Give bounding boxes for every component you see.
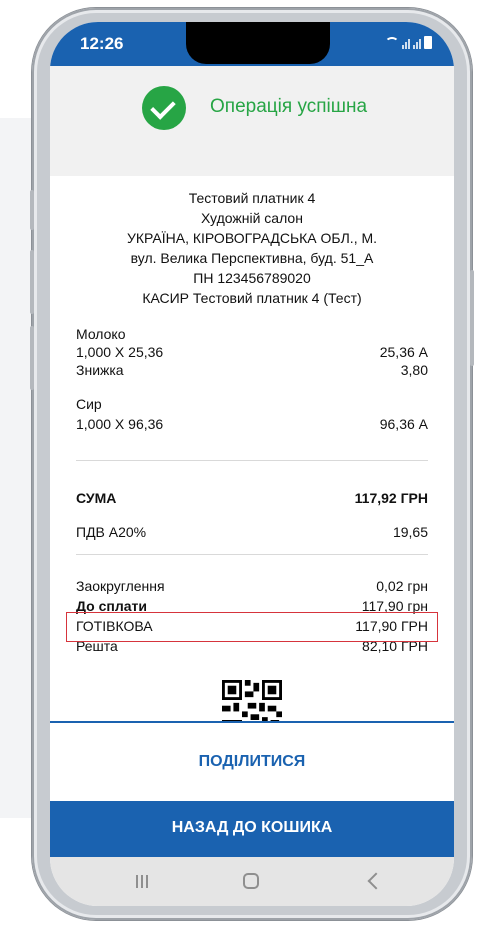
- discount-row: Знижка 3,80: [76, 362, 428, 378]
- phone-power-button: [470, 270, 474, 366]
- rounding-row: Заокруглення 0,02 грн: [76, 578, 428, 594]
- back-icon[interactable]: [367, 872, 385, 890]
- recents-icon[interactable]: [136, 875, 148, 888]
- receipt-header-line: ПН 123456789020: [193, 270, 311, 286]
- vat-value: 19,65: [392, 524, 428, 540]
- share-button[interactable]: ПОДІЛИТИСЯ: [50, 721, 454, 803]
- receipt-header-line: Художній салон: [201, 210, 303, 226]
- success-banner: [50, 66, 454, 176]
- back-to-cart-button[interactable]: НАЗАД ДО КОШИКА: [50, 801, 454, 857]
- receipt-header-line: вул. Велика Перспективна, буд. 51_А: [130, 250, 374, 266]
- receipt-header-line: КАСИР Тестовий платник 4 (Тест): [142, 290, 362, 306]
- rounding-value: 0,02 грн: [376, 578, 428, 594]
- item-amount: 25,36 А: [379, 344, 428, 360]
- sum-row: СУМА 117,92 ГРН: [76, 490, 428, 506]
- discount-value: 3,80: [400, 362, 428, 378]
- divider: [76, 554, 428, 555]
- phone-mute-switch: [30, 190, 34, 230]
- notch: [186, 22, 330, 64]
- share-button-label: ПОДІЛИТИСЯ: [198, 753, 306, 770]
- vat-label: ПДВ А20%: [76, 524, 147, 540]
- home-icon[interactable]: [243, 873, 259, 889]
- sum-value: 117,92 ГРН: [354, 490, 428, 506]
- rounding-label: Заокруглення: [76, 578, 165, 594]
- success-message: Операція успішна: [210, 96, 368, 117]
- item-name: Молоко: [76, 326, 126, 342]
- divider: [76, 460, 428, 461]
- cash-highlight-box: [66, 612, 438, 642]
- phone-volume-up: [30, 250, 34, 314]
- discount-label: Знижка: [76, 362, 124, 378]
- status-time: 12:26: [80, 34, 124, 53]
- signal-icon-2: [413, 39, 421, 49]
- system-icons: [385, 36, 432, 49]
- vat-row: ПДВ А20% 19,65: [76, 524, 428, 540]
- checkmark-icon: [142, 86, 186, 130]
- signal-icon: [402, 39, 410, 49]
- battery-icon: [424, 36, 432, 49]
- item-qty-row: 1,000 X 25,36 25,36 А: [76, 344, 428, 360]
- android-nav-bar: [50, 857, 454, 906]
- item-qty: 1,000 X 25,36: [76, 344, 164, 360]
- wifi-icon: [385, 37, 399, 49]
- phone-volume-down: [30, 326, 34, 390]
- phone-screen: 12:26 Операція успішна Тестовий платник …: [50, 22, 454, 906]
- receipt-header-line: УКРАЇНА, КІРОВОГРАДСЬКА ОБЛ., М.: [126, 230, 378, 246]
- item-amount: 96,36 А: [379, 416, 428, 432]
- status-bar: 12:26: [50, 22, 454, 66]
- item-name-row: Сир: [76, 396, 428, 412]
- item-name-row: Молоко: [76, 326, 428, 342]
- item-qty: 1,000 X 96,36: [76, 416, 164, 432]
- receipt-header-line: Тестовий платник 4: [188, 190, 316, 206]
- back-to-cart-label: НАЗАД ДО КОШИКА: [171, 819, 333, 836]
- sum-label: СУМА: [76, 490, 117, 506]
- item-name: Сир: [76, 396, 102, 412]
- item-qty-row: 1,000 X 96,36 96,36 А: [76, 416, 428, 432]
